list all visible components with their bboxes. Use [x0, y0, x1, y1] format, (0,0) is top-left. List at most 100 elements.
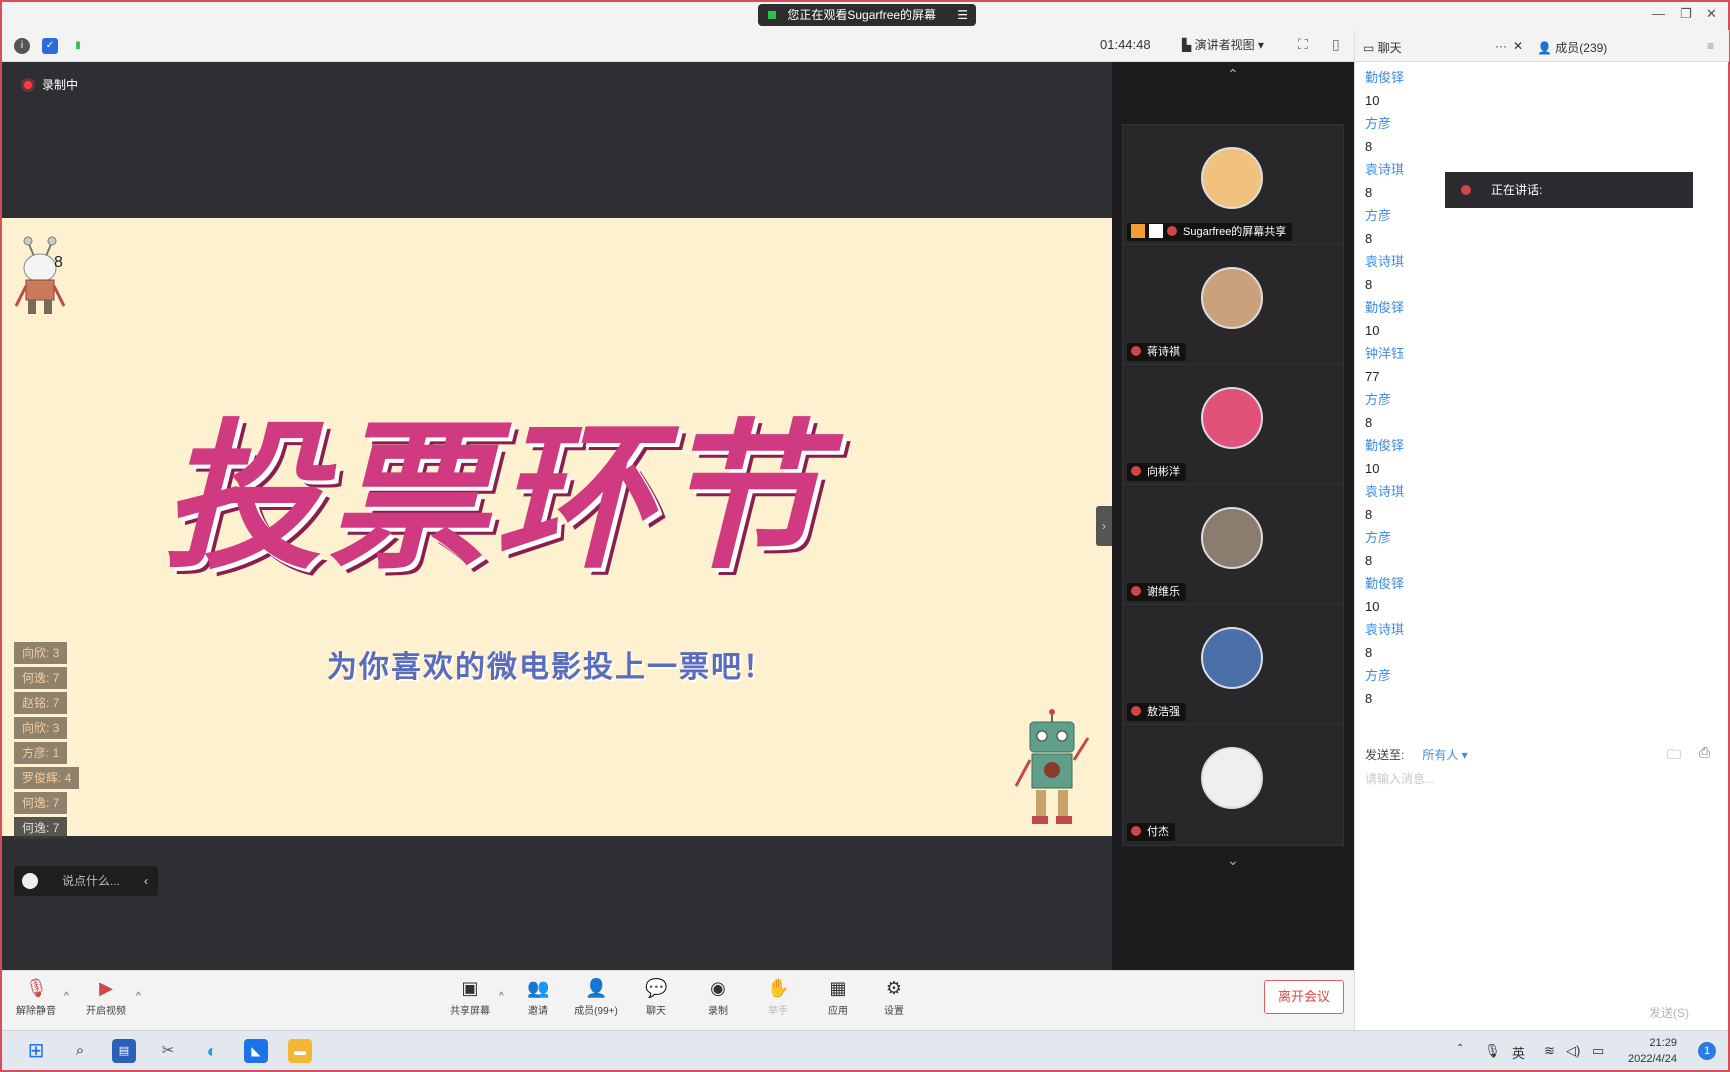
panel-menu-icon[interactable]: ≡ — [1707, 39, 1714, 53]
participant-tile[interactable]: 谢维乐 — [1122, 484, 1344, 606]
more-icon[interactable]: ··· — [1495, 39, 1507, 53]
video-options-caret[interactable]: ^ — [136, 991, 141, 1002]
folder-icon[interactable]: ▬ — [288, 1039, 312, 1063]
wifi-icon[interactable]: ≋ — [1544, 1043, 1555, 1059]
settings-button[interactable]: ⚙ 设置 — [864, 977, 924, 1017]
volume-icon[interactable]: ◁) — [1566, 1043, 1580, 1059]
send-to-selector[interactable]: 发送至: 所有人 ▾ — [1365, 746, 1468, 763]
collapse-chevron-icon[interactable]: ‹ — [144, 866, 148, 896]
chat-text: 77 — [1365, 369, 1380, 384]
chat-sender: 方彦 — [1365, 392, 1392, 407]
menu-icon[interactable]: ☰ — [957, 4, 968, 26]
screen-share-icon — [1149, 224, 1163, 238]
chat-input[interactable]: 请输入消息... — [1365, 770, 1435, 787]
clock-date: 2022/4/24 — [1628, 1053, 1677, 1065]
start-video-label: 开启视频 — [86, 1006, 126, 1017]
chat-sender: 钟洋钰 — [1365, 346, 1405, 361]
participant-tile[interactable]: 蒋诗祺 — [1122, 244, 1344, 366]
send-button[interactable]: 发送(S) — [1649, 1004, 1689, 1021]
speaking-label: 正在讲话: — [1491, 183, 1543, 197]
chat-text: 8 — [1365, 415, 1373, 430]
members-button[interactable]: 👤 成员(99+) — [566, 977, 626, 1017]
layout-icon[interactable]: ▯ — [1332, 36, 1340, 53]
members-label: 成员(99+) — [574, 1006, 618, 1017]
record-button[interactable]: ◉ 录制 — [688, 977, 748, 1017]
invite-button[interactable]: 👥 邀请 — [508, 977, 568, 1017]
view-mode-dropdown[interactable]: ▙ 演讲者视图 ▾ — [1182, 36, 1264, 53]
meeting-app-icon[interactable]: ◣ — [244, 1039, 268, 1063]
fullscreen-icon[interactable]: ⛶ — [1298, 36, 1308, 53]
avatar — [1201, 267, 1263, 329]
tab-members[interactable]: 👤 成员(239) — [1537, 39, 1607, 56]
participant-name-tag: 向彬洋 — [1127, 463, 1186, 481]
chat-sender: 勤俊铎 — [1365, 300, 1405, 315]
record-label: 录制 — [708, 1006, 728, 1017]
vote-item: 何逸: 7 — [14, 792, 68, 814]
participant-name-tag: 谢维乐 — [1127, 583, 1186, 601]
signal-icon[interactable]: ▮ — [70, 38, 86, 54]
record-icon: ◉ — [710, 978, 726, 998]
mic-muted-icon — [1131, 466, 1141, 476]
notification-badge[interactable]: 1 — [1698, 1042, 1716, 1060]
raise-hand-button[interactable]: ✋ 举手 — [748, 977, 808, 1017]
tab-chat[interactable]: ▭ 聊天 — [1363, 39, 1402, 56]
robot-illustration-right — [1014, 709, 1090, 824]
ime-indicator[interactable]: 英 — [1512, 1043, 1525, 1062]
chat-text: 10 — [1365, 599, 1380, 614]
share-banner[interactable]: 您正在观看Sugarfree的屏幕 ☰ — [758, 4, 976, 26]
host-icon — [1131, 224, 1145, 238]
store-icon[interactable]: ▤ — [112, 1039, 136, 1063]
scroll-down-icon[interactable]: ⌄ — [1112, 852, 1354, 869]
audio-options-caret[interactable]: ^ — [64, 991, 69, 1002]
minimize-button[interactable]: — — [1652, 6, 1665, 21]
danmaku-input[interactable]: 说点什么... ‹ — [14, 866, 158, 896]
start-video-button[interactable]: ▶ 开启视频 — [76, 977, 136, 1017]
close-chat-icon[interactable]: ✕ — [1513, 39, 1523, 53]
chat-sender: 方彦 — [1365, 530, 1392, 545]
participant-name: 谢维乐 — [1147, 586, 1180, 598]
unmute-button[interactable]: 🎙 解除静音 — [6, 977, 66, 1017]
participant-tile[interactable]: Sugarfree的屏幕共享 — [1122, 124, 1344, 246]
screenshot-icon[interactable]: ⎙ — [1699, 744, 1710, 761]
edge-icon[interactable]: ◐ — [200, 1039, 224, 1063]
meeting-timer: 01:44:48 — [1100, 37, 1151, 52]
windows-start-icon[interactable]: ⊞ — [24, 1039, 48, 1063]
tray-expand-icon[interactable]: ⌃ — [1456, 1043, 1464, 1054]
gear-icon: ⚙ — [885, 978, 903, 998]
info-icon[interactable]: i — [14, 38, 30, 54]
mic-muted-icon — [1131, 706, 1141, 716]
expand-panel-tab[interactable]: › — [1096, 506, 1112, 546]
participant-tile[interactable]: 付杰 — [1122, 724, 1344, 846]
microphone-tray-icon[interactable]: 🎙 — [1484, 1043, 1501, 1059]
members-icon: 👤 — [585, 978, 608, 998]
chat-sender: 勤俊铎 — [1365, 576, 1405, 591]
restore-button[interactable]: ❐ — [1680, 6, 1692, 22]
send-to-target[interactable]: 所有人 ▾ — [1422, 748, 1467, 762]
share-options-caret[interactable]: ^ — [499, 991, 504, 1002]
vote-item: 何逸: 7 — [14, 667, 68, 689]
avatar — [1201, 747, 1263, 809]
snipping-tool-icon[interactable]: ✂ — [156, 1039, 180, 1063]
emoji-icon[interactable] — [22, 873, 38, 889]
meeting-controls: 🎙 解除静音 ^ ▶ 开启视频 ^ ▣ 共享屏幕 ^ 👥 邀请 👤 成员(99+) 💬 聊天… — [2, 970, 1354, 1030]
search-icon[interactable]: ⌕ — [68, 1039, 92, 1063]
leave-meeting-button[interactable]: 离开会议 — [1264, 980, 1344, 1014]
participant-gallery: ⌃ Sugarfree的屏幕共享 蒋诗祺 向彬洋 谢维乐 敖浩强 付杰 ⌄ — [1112, 62, 1354, 970]
shield-icon[interactable]: ✓ — [42, 38, 58, 54]
battery-icon[interactable]: ▭ — [1592, 1043, 1604, 1059]
participant-tile[interactable]: 敖浩强 — [1122, 604, 1344, 726]
share-screen-button[interactable]: ▣ 共享屏幕 — [440, 977, 500, 1017]
file-icon[interactable]: 🗀 — [1667, 744, 1681, 768]
apps-button[interactable]: ▦ 应用 — [808, 977, 868, 1017]
slide-title: 投票环节 — [162, 403, 827, 591]
tab-members-label: 成员(239) — [1555, 41, 1608, 55]
participant-name: 付杰 — [1147, 826, 1169, 838]
chat-message-list[interactable]: 勤俊铎 10 方彦 8 袁诗琪 8 方彦 8 袁诗琪 8 勤俊铎 10 钟洋钰 … — [1365, 66, 1705, 710]
chat-button[interactable]: 💬 聊天 — [626, 977, 686, 1017]
system-clock[interactable]: 21:29 2022/4/24 — [1628, 1035, 1677, 1067]
participant-tile[interactable]: 向彬洋 — [1122, 364, 1344, 486]
close-button[interactable]: ✕ — [1706, 6, 1717, 22]
chat-text: 10 — [1365, 323, 1380, 338]
shared-screen: 录制中 8 投票环节 为你喜欢的微电影投上一票吧！ 向欣: 3 何逸: 7 赵铭… — [2, 62, 1112, 970]
scroll-up-icon[interactable]: ⌃ — [1112, 66, 1354, 83]
